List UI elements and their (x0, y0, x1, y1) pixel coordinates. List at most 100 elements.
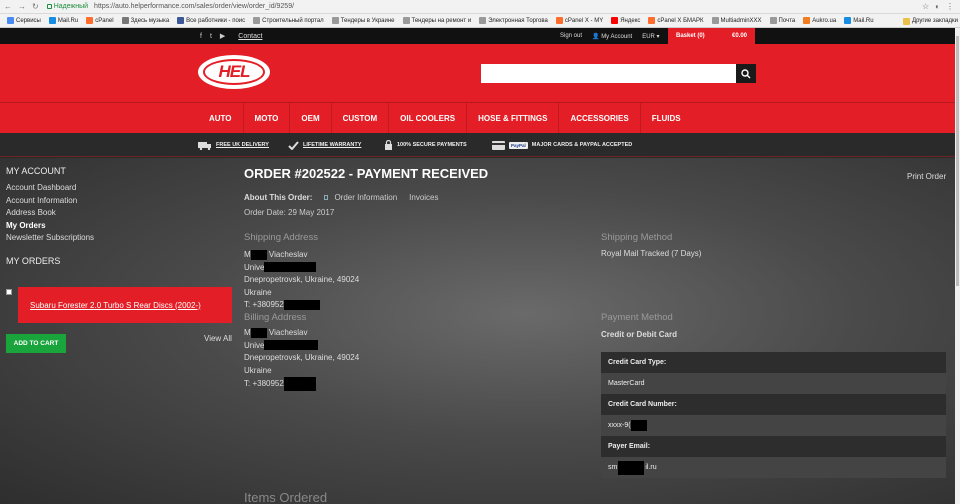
site-topbar: f t ▶ Contact Sign out 👤 My Account EUR … (0, 28, 960, 44)
url-field[interactable]: https://auto.helperformance.com/sales/or… (94, 3, 294, 10)
extension-icon[interactable]: ◐ (935, 2, 940, 11)
nav-item[interactable]: ACCESSORIES (558, 103, 639, 134)
product-checkbox[interactable] (6, 289, 12, 295)
other-bookmarks[interactable]: Другие закладки (899, 14, 958, 27)
bookmark-icon (253, 17, 261, 24)
bookmark-label: Тендеры на ремонт и (411, 17, 472, 24)
browser-address-bar: ← → ↻ Надежный https://auto.helperforman… (0, 0, 960, 14)
bookmark-icon (177, 17, 185, 24)
star-icon[interactable]: ☆ (922, 2, 929, 11)
bookmark-item[interactable]: cPanel X - MY (552, 17, 607, 24)
bookmark-item[interactable]: Яндекс (607, 17, 644, 24)
benefit-warranty-label[interactable]: LIFETIME WARRANTY (303, 142, 361, 148)
card-type-value: MasterCard (601, 373, 946, 394)
sidebar-item[interactable]: Account Information (6, 195, 236, 208)
benefit-delivery-label[interactable]: FREE UK DELIVERY (216, 142, 269, 148)
sidebar-item[interactable]: My Orders (6, 220, 236, 233)
bookmark-icon (331, 17, 339, 24)
my-account-link[interactable]: 👤 My Account (592, 33, 632, 40)
hel-logo[interactable]: HEL (198, 55, 270, 89)
secure-indicator[interactable]: Надежный (46, 3, 88, 10)
address-phone: T: +380952 (244, 300, 284, 309)
recent-order-product-link[interactable]: Subaru Forester 2.0 Turbo S Rear Discs (… (18, 287, 232, 323)
scrollbar-thumb[interactable] (956, 36, 959, 286)
bookmark-label: Тендеры в Украине (340, 17, 395, 24)
bookmark-icon (769, 17, 777, 24)
bookmark-item[interactable]: cPanel X БМАРК (644, 17, 707, 24)
redaction (630, 420, 647, 431)
nav-item[interactable]: OIL COOLERS (388, 103, 466, 134)
bookmark-item[interactable]: Электронная Торгова (475, 17, 552, 24)
invoices-tab[interactable]: Invoices (409, 193, 438, 202)
address-street: Unive (244, 262, 265, 272)
sign-out-link[interactable]: Sign out (560, 33, 582, 39)
order-date: Order Date: 29 May 2017 (244, 208, 335, 217)
bookmark-icon (844, 17, 852, 24)
back-icon[interactable]: ← (4, 2, 12, 11)
bookmark-item[interactable]: Строительный портал (249, 17, 328, 24)
address-name: Viacheslav (268, 328, 308, 337)
bookmark-label: Сервисы (16, 17, 41, 24)
nav-item[interactable]: FLUIDS (639, 103, 692, 134)
bookmark-item[interactable]: MultiadminXXX (708, 17, 766, 24)
bookmark-label: cPanel (95, 17, 114, 24)
address-name-initial: M (244, 250, 251, 259)
address-line: M Viacheslav (244, 249, 359, 262)
nav-item[interactable]: OEM (289, 103, 330, 134)
add-to-cart-button[interactable]: ADD TO CART (6, 334, 66, 353)
bookmark-icon (555, 17, 563, 24)
nav-item[interactable]: MOTO (242, 103, 290, 134)
benefits-strip: FREE UK DELIVERY LIFETIME WARRANTY 100% … (0, 133, 960, 157)
sidebar-item[interactable]: Address Book (6, 207, 236, 220)
site-header: HEL (0, 44, 960, 102)
basket-button[interactable]: Basket (0) €0.00 (668, 28, 755, 44)
search-button[interactable] (736, 64, 756, 83)
bookmark-item[interactable]: Сервисы (3, 17, 45, 24)
address-country: Ukraine (244, 287, 272, 297)
bookmark-item[interactable]: Mail.Ru (45, 17, 82, 24)
bookmark-label: Здесь музыка (130, 17, 170, 24)
redaction (264, 262, 317, 273)
order-information-tab[interactable]: Order Information (334, 193, 397, 202)
payment-details-table: Credit Card Type: MasterCard Credit Card… (601, 352, 946, 478)
bookmark-item[interactable]: Aukro.ua (799, 17, 840, 24)
contact-link[interactable]: Contact (238, 33, 262, 40)
forward-icon[interactable]: → (18, 2, 26, 11)
redaction (618, 460, 645, 475)
nav-items: AUTO MOTO OEM CUSTOM OIL COOLERS HOSE & FITTI… (198, 103, 692, 134)
currency-select[interactable]: EUR ▾ (642, 33, 659, 40)
print-order-link[interactable]: Print Order (907, 172, 946, 181)
bookmark-icon (803, 17, 811, 24)
sidebar-item[interactable]: Account Dashboard (6, 182, 236, 195)
address-name: Viacheslav (268, 250, 308, 259)
twitter-icon[interactable]: t (210, 33, 212, 40)
bookmark-item[interactable]: Почта (766, 17, 800, 24)
reload-icon[interactable]: ↻ (32, 2, 39, 11)
bookmark-item[interactable]: Тендеры в Украине (328, 17, 399, 24)
bookmark-item[interactable]: Здесь музыка (118, 17, 174, 24)
bookmark-item[interactable]: Все работники - поис (173, 17, 249, 24)
nav-item[interactable]: HOSE & FITTINGS (466, 103, 558, 134)
document-icon (324, 195, 329, 200)
nav-item[interactable]: AUTO (198, 103, 243, 134)
search-input[interactable] (481, 64, 736, 83)
bookmark-label: Mail.Ru (853, 17, 874, 24)
page-title: ORDER #202522 - PAYMENT RECEIVED (244, 166, 489, 181)
billing-address: M Viacheslav Unive Dnepropetrovsk, Ukrai… (244, 327, 359, 391)
bookmark-label: Все работники - поис (186, 17, 246, 24)
benefit-delivery: FREE UK DELIVERY (198, 133, 269, 157)
bookmark-item[interactable]: cPanel (82, 17, 117, 24)
sidebar-item[interactable]: Newsletter Subscriptions (6, 232, 236, 245)
bookmark-label: Электронная Торгова (488, 17, 548, 24)
bookmarks-bar: Сервисы Mail.Ru cPanel Здесь музыка Все рабо… (0, 14, 960, 28)
bookmark-item[interactable]: Mail.Ru (840, 17, 877, 24)
youtube-icon[interactable]: ▶ (220, 32, 225, 40)
address-city: Dnepropetrovsk, Ukraine, 49024 (244, 275, 360, 284)
bookmark-label: Строительный портал (262, 17, 324, 24)
facebook-icon[interactable]: f (200, 33, 202, 40)
view-all-link[interactable]: View All (204, 334, 232, 343)
menu-icon[interactable]: ⋮ (946, 2, 954, 11)
bookmark-item[interactable]: Тендеры на ремонт и (399, 17, 476, 24)
nav-item[interactable]: CUSTOM (330, 103, 389, 134)
about-order: About This Order: Order Information Invo… (244, 193, 439, 202)
